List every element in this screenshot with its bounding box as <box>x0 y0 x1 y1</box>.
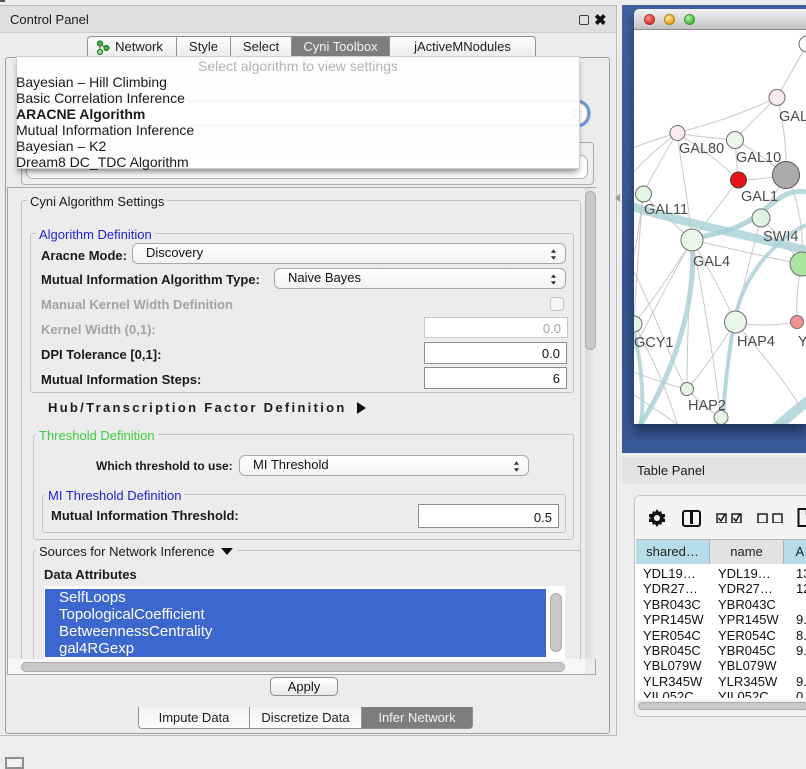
svg-text:GAL1: GAL1 <box>741 189 778 205</box>
svg-text:HAP4: HAP4 <box>737 334 775 350</box>
svg-text:GAL4: GAL4 <box>693 254 730 270</box>
svg-text:SWI4: SWI4 <box>763 229 798 245</box>
svg-text:HAP2: HAP2 <box>688 398 726 414</box>
svg-text:GAL11: GAL11 <box>644 202 688 218</box>
svg-text:GAL2: GAL2 <box>779 109 806 125</box>
svg-text:GAL80: GAL80 <box>679 141 724 157</box>
svg-text:GCY1: GCY1 <box>634 335 674 351</box>
svg-text:Y: Y <box>798 334 806 350</box>
svg-text:GAL10: GAL10 <box>736 150 781 166</box>
